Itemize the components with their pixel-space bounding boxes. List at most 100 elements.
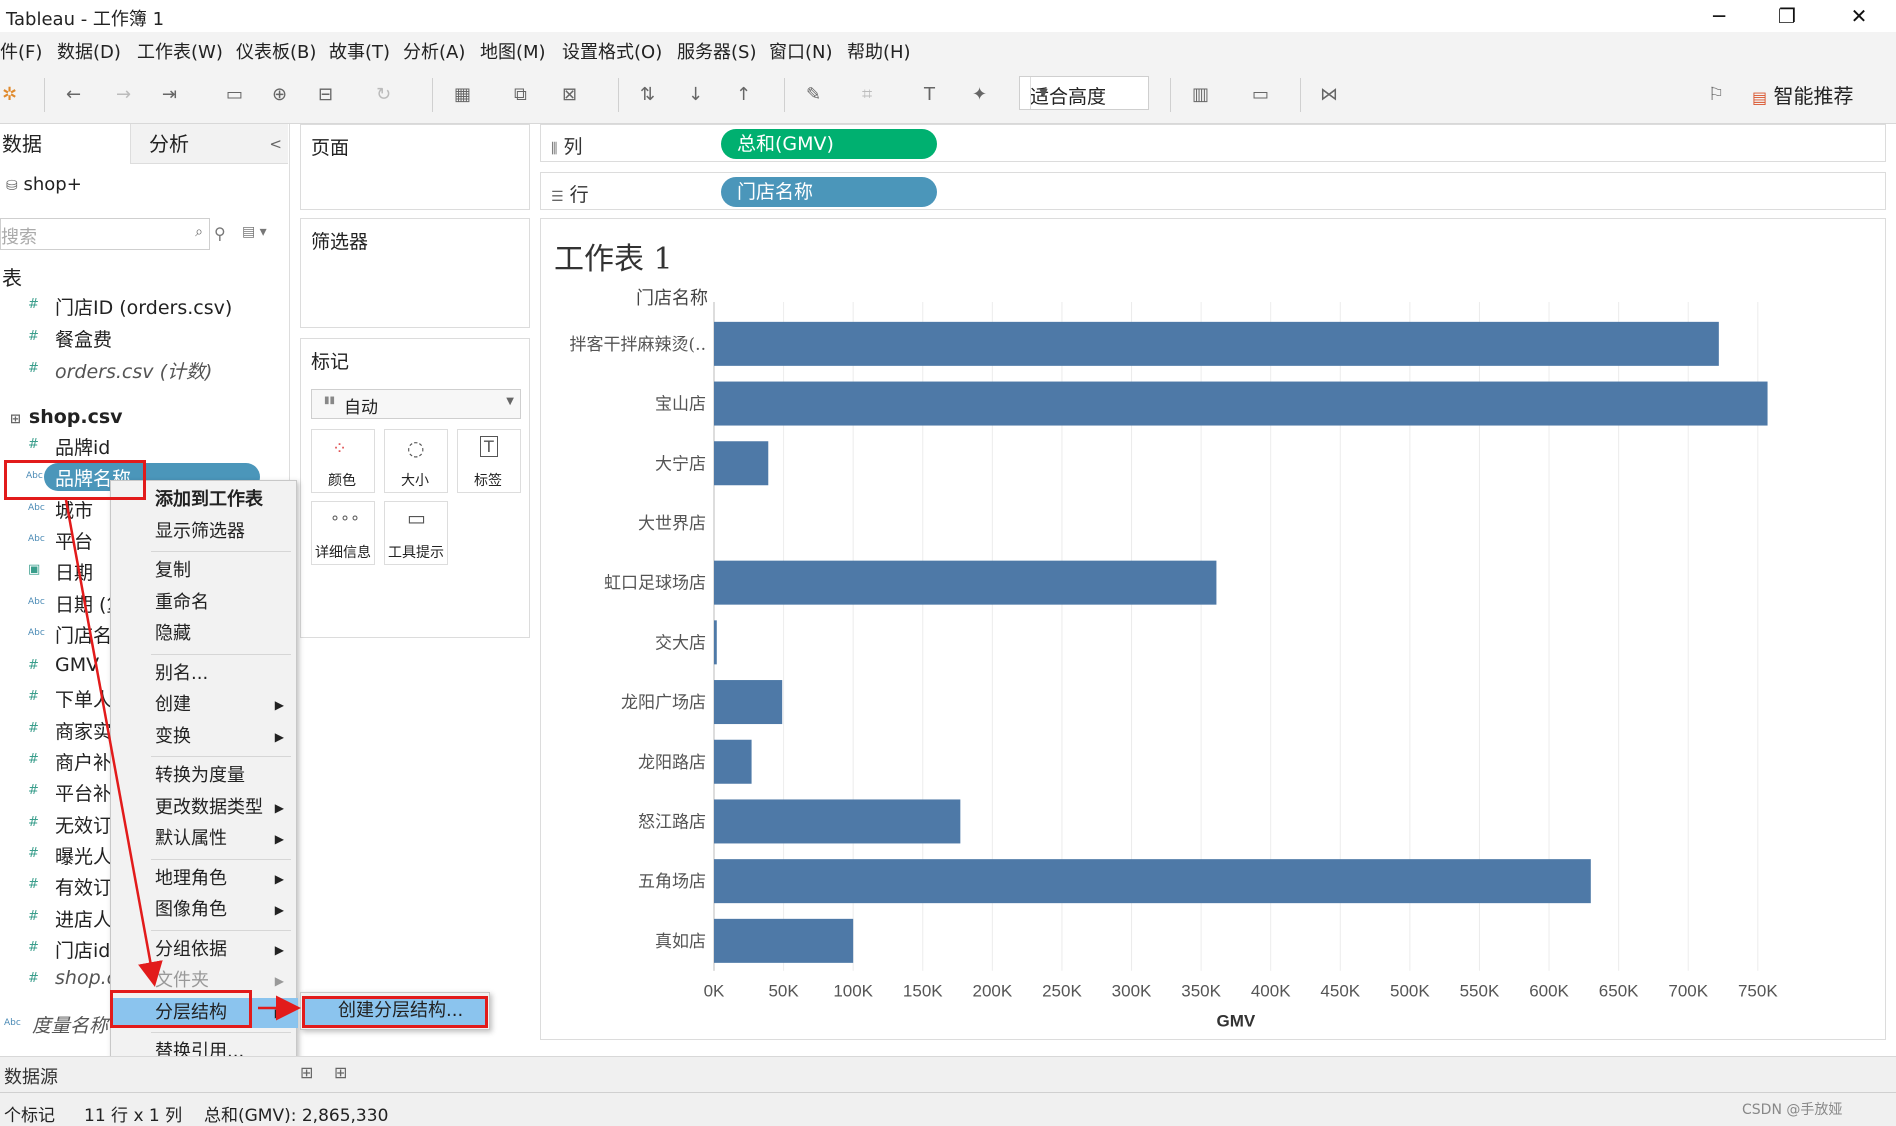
pages-title: 页面 xyxy=(311,137,350,159)
presentation-icon[interactable]: ▭ xyxy=(1252,84,1269,105)
minimize-icon[interactable]: ─ xyxy=(1694,2,1744,30)
mark-type-select[interactable]: ▮▮ 自动 ▼ xyxy=(311,389,521,419)
share-icon[interactable]: ⋈ xyxy=(1320,84,1338,105)
color-button[interactable]: ⁘ 颜色 xyxy=(311,429,375,493)
pause-updates-icon[interactable]: ⊟ xyxy=(318,84,333,105)
label-button[interactable]: T 标签 xyxy=(457,429,521,493)
collapse-icon[interactable]: < xyxy=(269,124,282,164)
pages-card[interactable]: 页面 xyxy=(300,124,530,210)
menu-item-18[interactable]: 分组依据 ▶ xyxy=(111,935,298,965)
menu-item-12[interactable]: 更改数据类型 ▶ xyxy=(111,793,298,823)
swap-icon[interactable]: ⇅ xyxy=(640,84,655,105)
filter-icon[interactable]: ⚲ xyxy=(214,224,226,243)
detail-button[interactable]: ∘∘∘ 详细信息 xyxy=(311,501,375,565)
menu-item-4[interactable]: 重命名 xyxy=(111,588,298,618)
new-dashboard-tab-icon[interactable]: ⊞ xyxy=(334,1063,347,1082)
label-icon[interactable]: T xyxy=(924,84,935,105)
bar xyxy=(714,620,717,665)
menu-item-1[interactable]: 显示筛选器 xyxy=(111,517,298,547)
x-tick-label: 250K xyxy=(1042,982,1082,1001)
menu-item-7[interactable]: 设置格式(O) xyxy=(562,38,662,64)
menu-item-8[interactable]: 服务器(S) xyxy=(677,38,756,64)
show-cards-icon[interactable]: ▥ xyxy=(1192,84,1209,105)
tooltip-button[interactable]: ▭ 工具提示 xyxy=(384,501,448,565)
menu-item-9[interactable]: 变换 ▶ xyxy=(111,722,298,752)
view-options-icon[interactable]: ▤ ▾ xyxy=(242,224,267,240)
datasource-item[interactable]: ⛁ shop+ xyxy=(6,174,82,195)
menu-item-7[interactable]: 别名... xyxy=(111,659,298,689)
tab-datasource[interactable]: 数据源 xyxy=(4,1063,58,1089)
chevron-right-icon: ▶ xyxy=(274,800,284,815)
redo-icon[interactable]: → xyxy=(116,84,131,105)
menu-item-6[interactable]: 地图(M) xyxy=(480,38,546,64)
menu-item-11[interactable]: 转换为度量 xyxy=(111,761,298,791)
new-sheet-tab-icon[interactable]: ⊞ xyxy=(300,1063,313,1082)
menu-item-16[interactable]: 图像角色 ▶ xyxy=(111,895,298,925)
rows-icon: ☰ xyxy=(551,189,564,205)
menu-item-1[interactable]: 数据(D) xyxy=(57,38,121,64)
close-icon[interactable]: ✕ xyxy=(1834,2,1884,30)
x-tick-label: 650K xyxy=(1599,982,1639,1001)
bar xyxy=(714,799,961,844)
status-sum: 总和(GMV): 2,865,330 xyxy=(204,1106,389,1126)
datasource-icon: ⛁ xyxy=(6,178,18,194)
menu-item-4[interactable]: 故事(T) xyxy=(329,38,390,64)
new-datasource-icon[interactable]: ⊕ xyxy=(272,84,287,105)
tooltip-icon: ▭ xyxy=(407,506,426,530)
menu-separator xyxy=(151,756,291,757)
rows-shelf[interactable]: ☰ 行 门店名称 xyxy=(540,172,1886,210)
search-field[interactable]: 搜索 ⌕ xyxy=(0,218,210,250)
new-sheet-icon[interactable]: ▦ xyxy=(454,84,471,105)
maximize-icon[interactable]: ❐ xyxy=(1762,2,1812,30)
x-tick-label: 700K xyxy=(1668,982,1708,1001)
pin-icon[interactable]: ✦ xyxy=(972,84,987,105)
bar xyxy=(714,918,854,963)
clear-sheet-icon[interactable]: ⊠ xyxy=(562,84,577,105)
smart-recommend-button[interactable]: ▤ 智能推荐 xyxy=(1752,80,1853,109)
menu-item-3[interactable]: 复制 xyxy=(111,556,298,586)
menu-item-5[interactable]: 分析(A) xyxy=(403,38,465,64)
highlight-box-hierarchy xyxy=(110,990,252,1028)
rows-pill-store-name[interactable]: 门店名称 xyxy=(721,177,937,207)
status-bar: 个标记 11 行 x 1 列 总和(GMV): 2,865,330 CSDN @… xyxy=(0,1092,1896,1126)
marks-card: 标记 ▮▮ 自动 ▼ ⁘ 颜色 ◌ 大小 T 标签 ∘∘∘ 详细信息 ▭ 工具提… xyxy=(300,338,530,638)
table-icon: ⊞ xyxy=(10,412,21,427)
menu-separator xyxy=(151,1032,291,1033)
fit-select[interactable]: 适合高度 ▼ xyxy=(1019,76,1149,110)
shop-table-heading[interactable]: ⊞ shop.csv xyxy=(10,406,123,428)
highlight-icon[interactable]: ✎ xyxy=(806,84,821,105)
menu-item-3[interactable]: 仪表板(B) xyxy=(236,38,316,64)
sort-desc-icon[interactable]: ↑ xyxy=(736,84,751,105)
format-painter-icon[interactable]: ⚐ xyxy=(1708,84,1724,105)
group-icon[interactable]: ⌗ xyxy=(862,84,872,105)
size-button[interactable]: ◌ 大小 xyxy=(384,429,448,493)
tableau-logo-icon[interactable]: ✲ xyxy=(2,84,17,105)
menu-item-10[interactable]: 帮助(H) xyxy=(847,38,911,64)
y-tick-label: 大世界店 xyxy=(638,514,706,534)
menu-item-0[interactable]: 件(F) xyxy=(0,38,42,64)
y-tick-label: 龙阳广场店 xyxy=(621,693,706,713)
tab-analysis[interactable]: 分析 < xyxy=(130,124,288,164)
sort-asc-icon[interactable]: ↓ xyxy=(688,84,703,105)
refresh-icon[interactable]: ↻ xyxy=(376,84,391,105)
columns-shelf[interactable]: ⫼ 列 总和(GMV) xyxy=(540,124,1886,162)
menu-item-13[interactable]: 默认属性 ▶ xyxy=(111,824,298,854)
size-icon: ◌ xyxy=(407,436,425,460)
chevron-right-icon: ▶ xyxy=(274,903,284,917)
filters-card[interactable]: 筛选器 xyxy=(300,218,530,328)
menu-item-15[interactable]: 地理角色 ▶ xyxy=(111,864,298,894)
bar xyxy=(714,441,769,486)
columns-pill-gmv[interactable]: 总和(GMV) xyxy=(721,129,937,159)
menu-item-5[interactable]: 隐藏 xyxy=(111,619,298,649)
menu-item-9[interactable]: 窗口(N) xyxy=(769,38,833,64)
tab-data[interactable]: 数据 xyxy=(0,124,130,164)
replay-icon[interactable]: ⇥ xyxy=(162,84,177,105)
highlight-box-create xyxy=(302,996,488,1028)
save-icon[interactable]: ▭ xyxy=(226,84,243,105)
menu-item-8[interactable]: 创建 ▶ xyxy=(111,690,298,720)
menu-item-2[interactable]: 工作表(W) xyxy=(137,38,223,64)
undo-icon[interactable]: ← xyxy=(66,84,81,105)
duplicate-sheet-icon[interactable]: ⧉ xyxy=(514,84,527,105)
number-type-icon: # xyxy=(28,721,39,736)
bar-chart: 0K 50K 100K 150K 200K 250K 300K 350K 400K 450K 500… xyxy=(570,302,1778,1031)
